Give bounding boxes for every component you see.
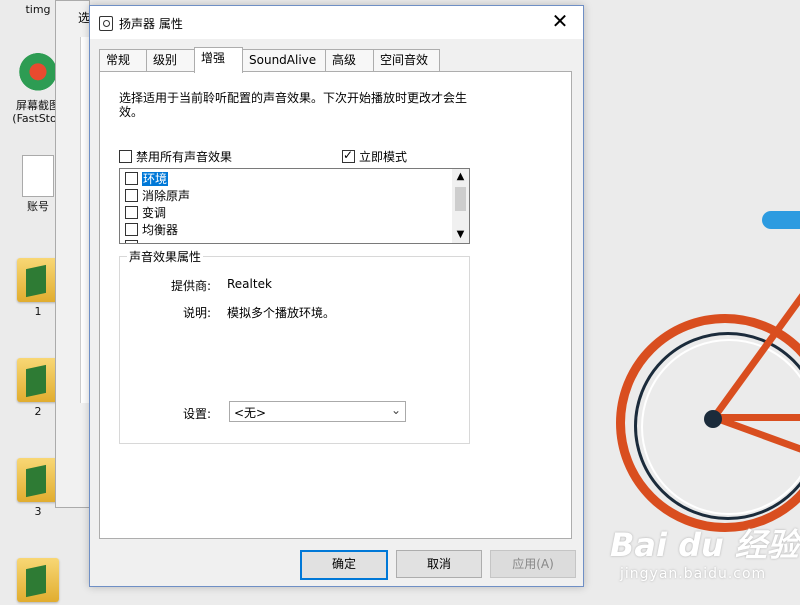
checkbox-box[interactable]	[342, 148, 355, 163]
effect-label: 环境	[142, 172, 169, 186]
folder-icon	[17, 558, 59, 602]
folder-icon	[17, 258, 59, 302]
tab-general[interactable]: 常规	[99, 49, 148, 71]
bicycle-hub-graphic	[704, 410, 722, 428]
checkbox-box[interactable]	[125, 189, 138, 202]
immediate-mode-label: 立即模式	[359, 150, 408, 164]
checkbox-box[interactable]	[125, 172, 138, 185]
effect-pitch-shift[interactable]: 变调	[125, 205, 166, 222]
scrollbar-thumb[interactable]	[455, 187, 466, 211]
tab-spatial-sound[interactable]: 空间音效	[373, 49, 440, 71]
desktop-icon-label: 账号	[27, 200, 49, 213]
setting-dropdown[interactable]: <无> ⌄	[229, 401, 406, 422]
setting-value: <无>	[234, 406, 267, 420]
baidu-watermark: Bai du 经验 jingyan.baidu.com	[610, 520, 799, 582]
chevron-down-icon[interactable]: ▼	[452, 227, 469, 243]
cancel-button[interactable]: 取消	[396, 550, 482, 578]
speaker-properties-dialog[interactable]: 扬声器 属性 ✕ 常规 级别 增强 SoundAlive 高级 空间音效 选择适…	[89, 5, 584, 587]
effect-label: 消除原声	[142, 189, 191, 203]
properties-group-title: 声音效果属性	[127, 248, 204, 265]
provider-value: Realtek	[227, 277, 272, 291]
desktop-icon-label: 3	[34, 505, 42, 518]
close-icon: ✕	[551, 9, 569, 33]
provider-label: 提供商:	[170, 279, 211, 293]
desktop-icon-label: timg	[25, 3, 51, 16]
bicycle-seat-graphic	[762, 211, 800, 229]
enhancements-description: 选择适用于当前聆听配置的声音效果。下次开始播放时更改才会生效。	[119, 91, 468, 119]
effect-label: 变调	[142, 206, 167, 220]
effect-voice-cancellation[interactable]: 消除原声	[125, 188, 190, 205]
disable-all-effects-checkbox[interactable]: 禁用所有声音效果	[119, 148, 232, 164]
setting-label: 设置:	[182, 407, 211, 421]
bicycle-rim-graphic	[641, 339, 800, 515]
chevron-up-icon[interactable]: ▲	[452, 169, 469, 185]
checkbox-box[interactable]	[125, 240, 138, 243]
dialog-titlebar[interactable]: 扬声器 属性 ✕	[90, 6, 583, 39]
watermark-url: jingyan.baidu.com	[620, 566, 767, 582]
folder-icon	[17, 358, 59, 402]
effect-equalizer[interactable]: 均衡器	[125, 222, 178, 239]
chevron-down-icon: ⌄	[390, 403, 401, 417]
apply-button[interactable]: 应用(A)	[490, 550, 576, 578]
checkbox-box[interactable]	[125, 206, 138, 219]
ok-button[interactable]: 确定	[300, 550, 388, 580]
desktop-icon-folder-4[interactable]	[0, 558, 76, 605]
watermark-brand: Bai du 经验	[610, 526, 799, 564]
status-label: 说明:	[182, 306, 211, 320]
sound-effects-list[interactable]: 环境 消除原声 变调 均衡器 ▲ ▼	[119, 168, 470, 244]
effect-environment[interactable]: 环境	[125, 171, 169, 188]
dialog-title: 扬声器 属性	[119, 17, 183, 31]
close-button[interactable]: ✕	[537, 6, 583, 39]
disable-all-effects-label: 禁用所有声音效果	[136, 150, 233, 164]
enhancements-page: 选择适用于当前聆听配置的声音效果。下次开始播放时更改才会生效。 禁用所有声音效果…	[99, 71, 572, 539]
background-window[interactable]: 选	[55, 0, 90, 508]
tab-levels[interactable]: 级别	[146, 49, 195, 71]
effects-scrollbar[interactable]: ▲ ▼	[452, 169, 469, 243]
immediate-mode-checkbox[interactable]: 立即模式	[342, 148, 407, 164]
checkbox-box[interactable]	[125, 223, 138, 236]
text-document-icon	[22, 155, 54, 197]
status-value: 模拟多个播放环境。	[227, 306, 336, 320]
speaker-icon	[99, 16, 113, 31]
folder-icon	[17, 458, 59, 502]
effect-partial[interactable]	[125, 239, 142, 243]
tab-advanced[interactable]: 高级	[325, 49, 374, 71]
desktop-icon-label: 1	[34, 305, 42, 318]
tab-soundalive[interactable]: SoundAlive	[242, 49, 326, 71]
faststone-app-icon	[17, 52, 59, 96]
tab-enhancements[interactable]: 增强	[194, 47, 243, 73]
desktop-icon-label: 2	[34, 405, 42, 418]
checkbox-box[interactable]	[119, 150, 132, 163]
effect-label: 均衡器	[142, 223, 179, 237]
